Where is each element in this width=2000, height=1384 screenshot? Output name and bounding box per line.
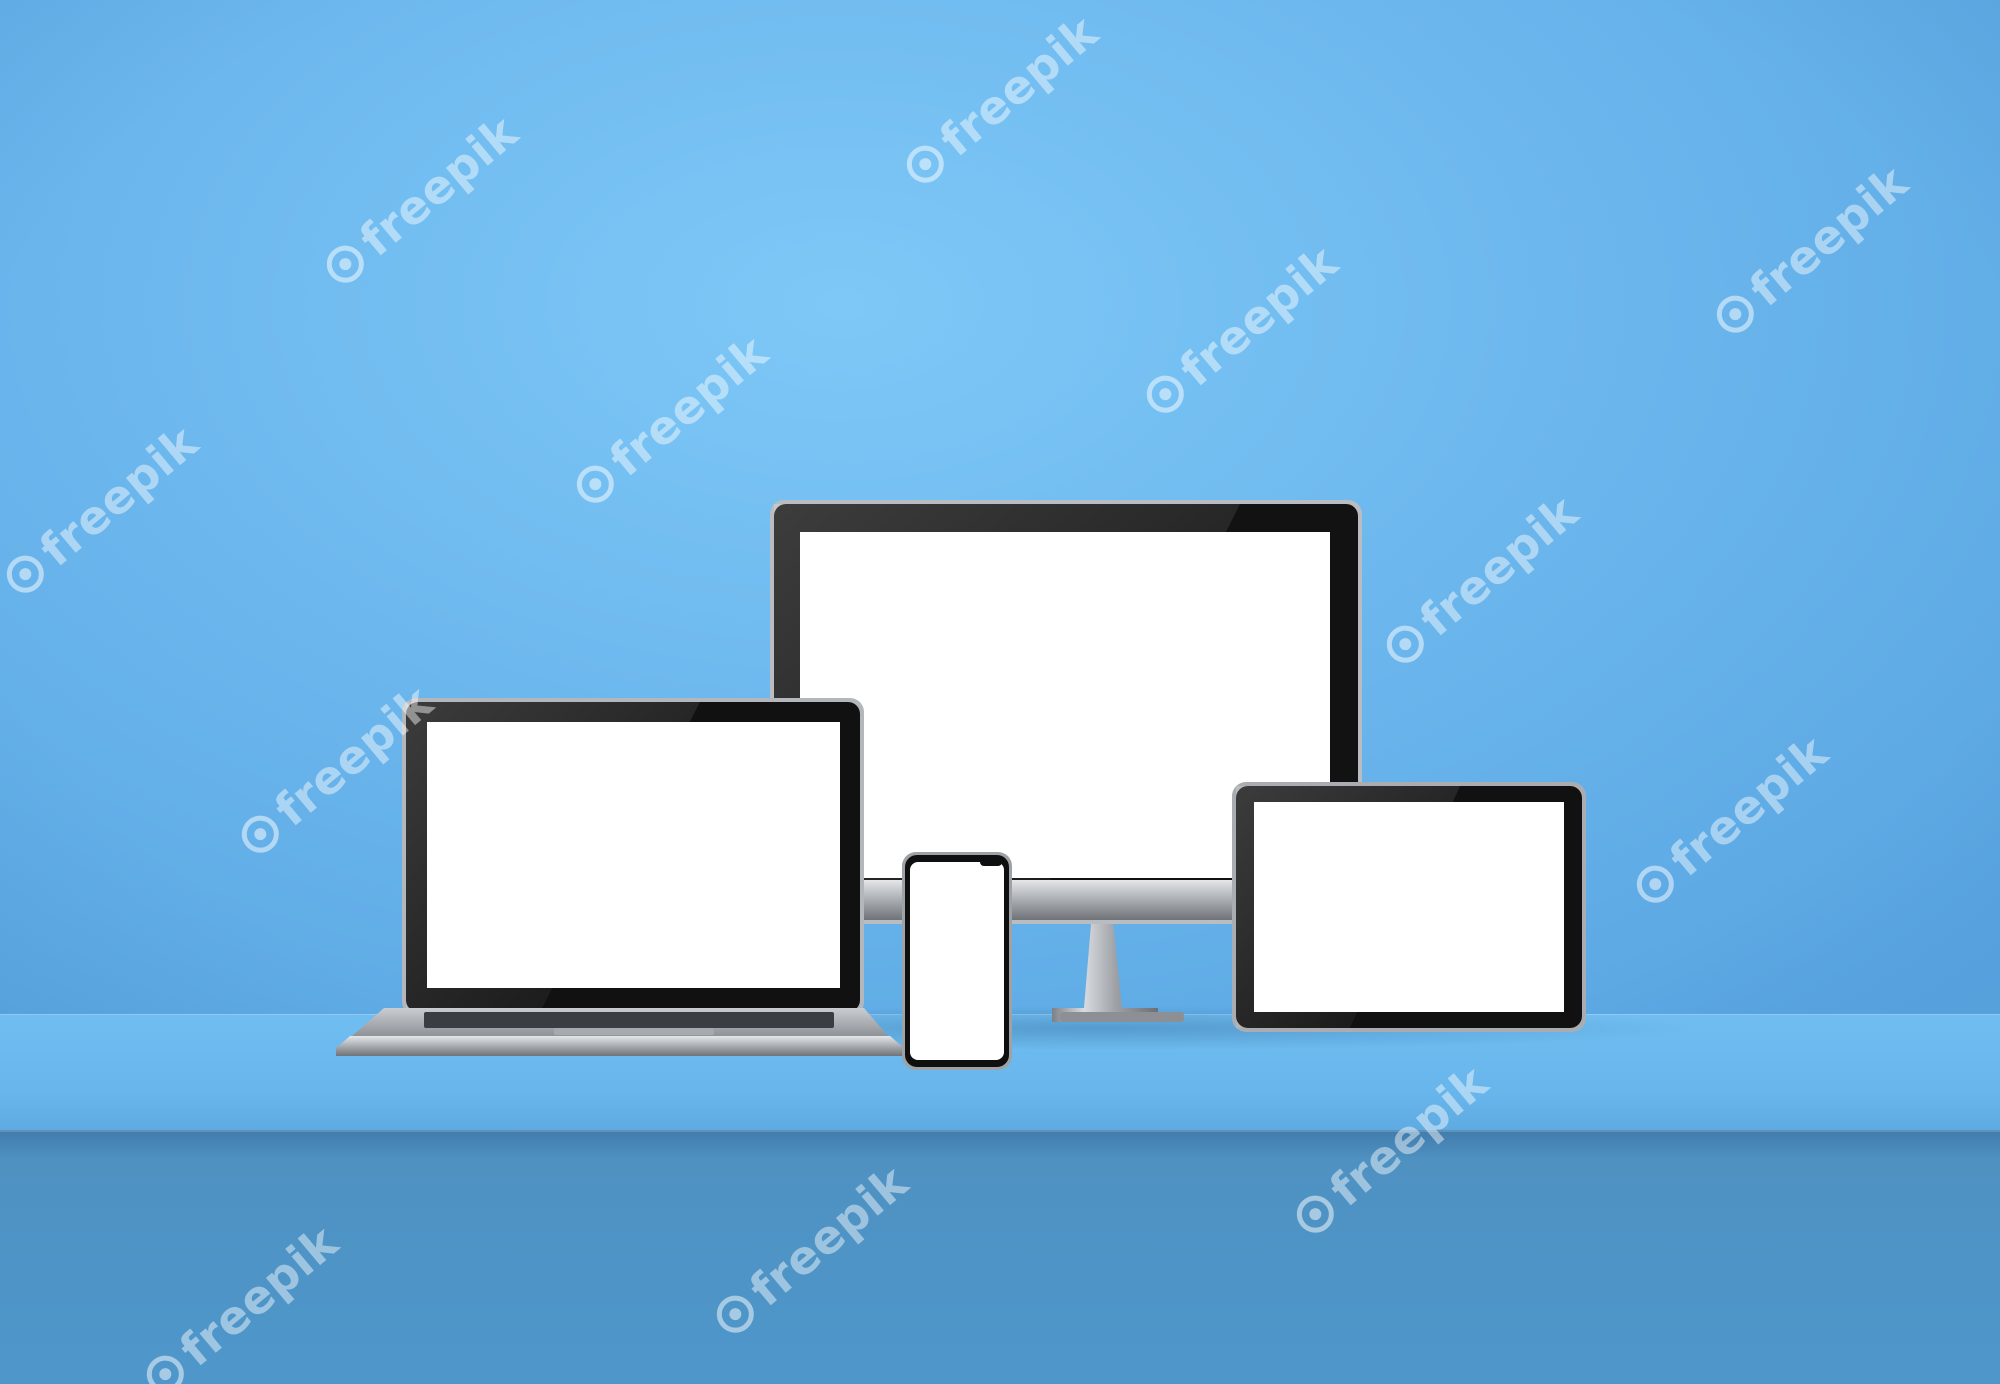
monitor-stand-base	[1060, 1012, 1184, 1022]
laptop-keyboard	[424, 1012, 834, 1028]
scene: freepik freepik freepik freepik freepik …	[0, 0, 2000, 1384]
phone-camera-notch	[980, 858, 1002, 866]
laptop	[336, 698, 904, 1056]
smartphone	[902, 852, 1012, 1070]
laptop-trackpad	[554, 1028, 714, 1035]
laptop-base	[336, 1036, 904, 1056]
monitor-stand	[1052, 912, 1158, 1022]
tablet	[1232, 782, 1586, 1032]
devices-illustration	[336, 500, 1700, 1070]
phone-screen	[910, 862, 1004, 1060]
